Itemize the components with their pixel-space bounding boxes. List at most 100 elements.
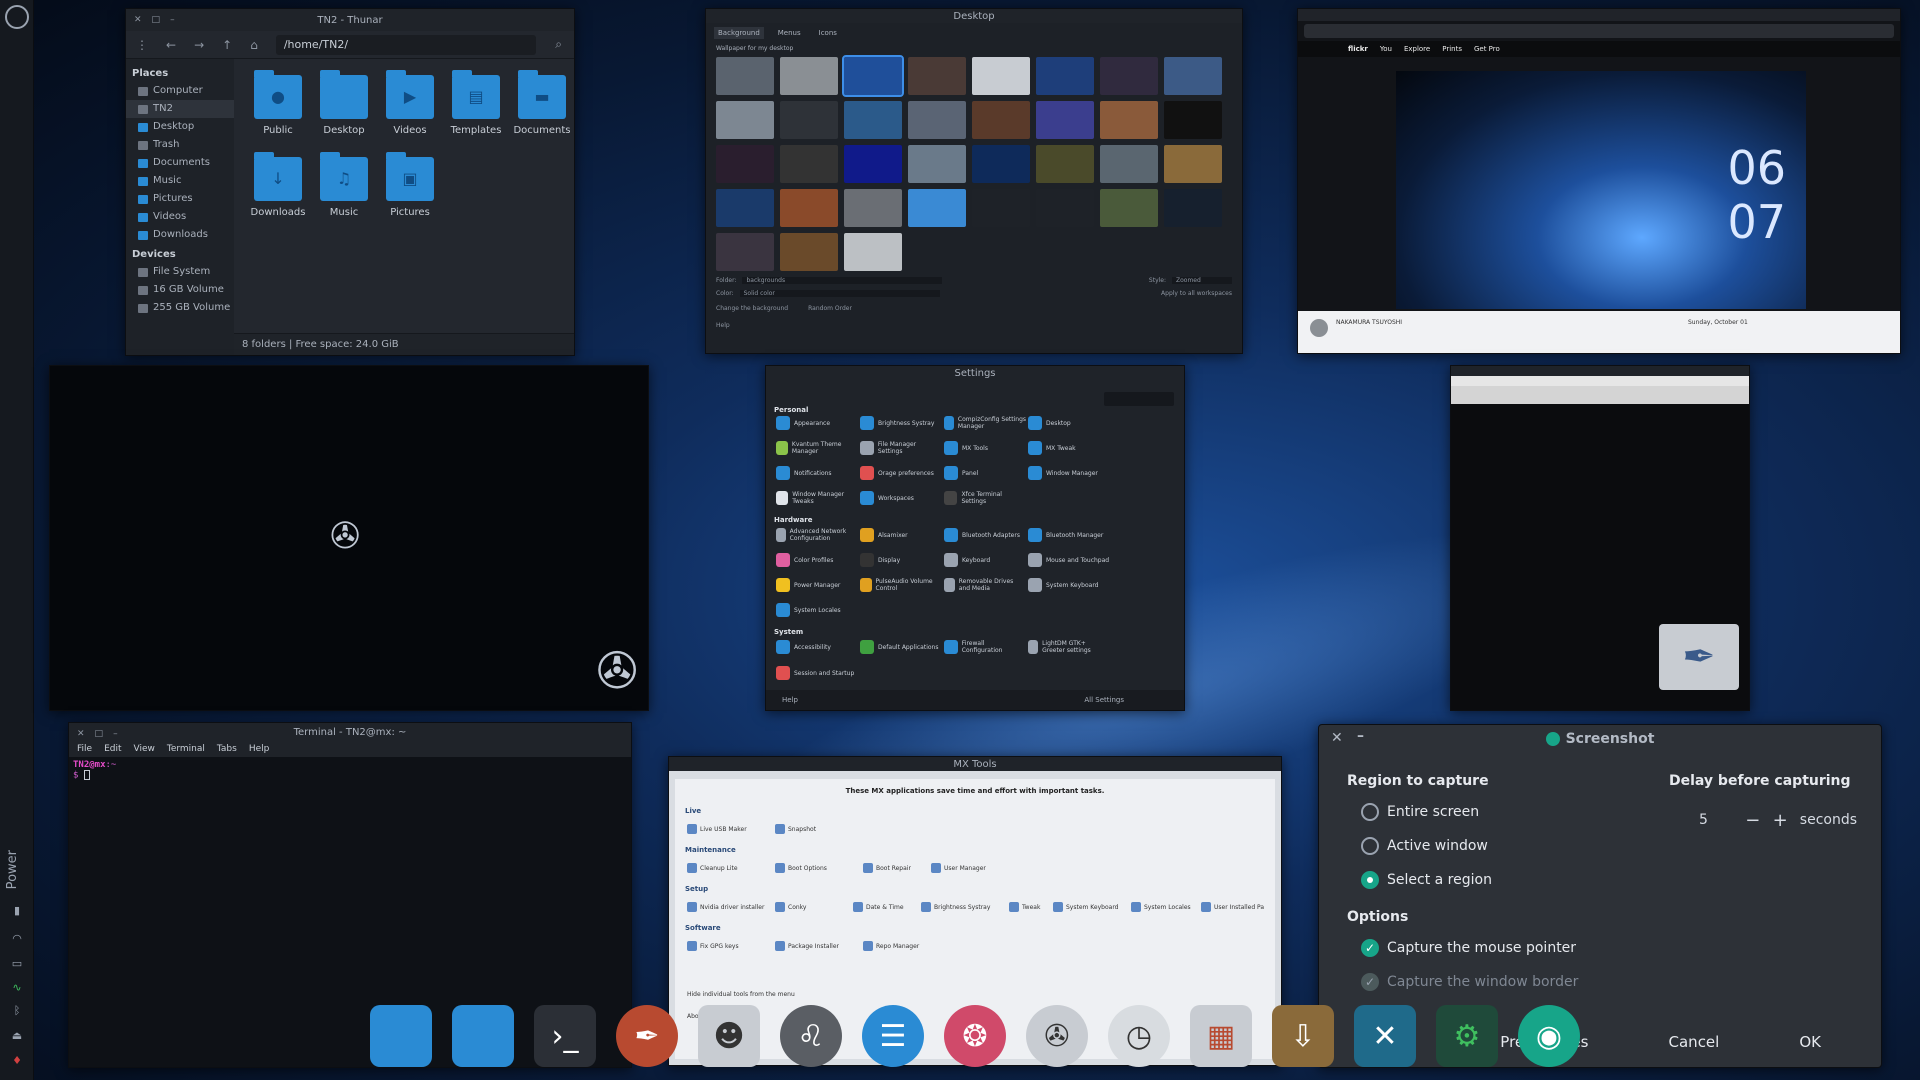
browser-tabstrip[interactable] — [1298, 9, 1900, 21]
settings-item[interactable]: Firewall Configuration — [944, 640, 1026, 654]
wallpaper-thumb[interactable] — [908, 101, 966, 139]
close-icon[interactable]: ✕ — [77, 729, 85, 739]
flickr-photo[interactable]: 06 07 — [1396, 71, 1806, 309]
sidebar-item-documents[interactable]: Documents — [126, 154, 234, 172]
nav-you[interactable]: You — [1380, 45, 1392, 53]
nav-prints[interactable]: Prints — [1442, 45, 1462, 53]
all-settings-button[interactable]: All Settings — [1084, 696, 1124, 704]
style-select[interactable]: Zoomed — [1172, 277, 1232, 284]
settings-item[interactable]: Workspaces — [860, 491, 942, 505]
tool-item[interactable]: System Keyboard — [1053, 902, 1119, 912]
lion-dock-icon[interactable]: ♌ — [780, 1005, 842, 1067]
capture-border-checkbox[interactable]: ✓ Capture the window border — [1361, 973, 1578, 991]
settings-item[interactable]: Panel — [944, 466, 1026, 480]
screenshot-titlebar[interactable]: ✕ – Screenshot — [1319, 725, 1881, 753]
settings-item[interactable]: Notifications — [776, 466, 858, 480]
delay-value[interactable]: 5 — [1687, 812, 1739, 828]
mxtools-titlebar[interactable]: MX Tools — [669, 757, 1281, 771]
settings-item[interactable]: Power Manager — [776, 578, 858, 592]
wallpaper-thumb[interactable] — [844, 145, 902, 183]
folder-downloads[interactable]: ↓ Downloads — [248, 152, 308, 218]
monitor-icon[interactable]: ∿ — [9, 982, 25, 994]
settings-manager-window[interactable]: Settings Personal Appearance Brightness … — [765, 365, 1185, 711]
flickr-logo[interactable]: flickr — [1348, 45, 1368, 53]
terminal-prompt[interactable]: TN2@mx:~ $ — [69, 757, 631, 781]
tool-item[interactable]: User Manager — [931, 863, 986, 873]
color-select[interactable]: Solid color — [739, 290, 940, 297]
mixer-dock-icon[interactable]: ☰ — [862, 1005, 924, 1067]
wallpaper-thumb[interactable] — [1164, 189, 1222, 227]
wallpaper-thumb[interactable] — [972, 101, 1030, 139]
wallpaper-thumb[interactable] — [1100, 145, 1158, 183]
wallpaper-thumb[interactable] — [908, 57, 966, 95]
wallpaper-thumb[interactable] — [1036, 189, 1094, 227]
desktop-titlebar[interactable]: Desktop — [706, 9, 1242, 23]
settings-item[interactable]: Xfce Terminal Settings — [944, 491, 1026, 505]
battery-icon[interactable]: ▮ — [9, 905, 25, 917]
editor-menubar[interactable] — [1451, 376, 1749, 386]
wallpaper-thumb[interactable] — [908, 189, 966, 227]
wallpaper-thumb[interactable] — [1036, 57, 1094, 95]
nav-getpro[interactable]: Get Pro — [1474, 45, 1500, 53]
mx-logo-icon[interactable] — [5, 5, 29, 29]
sidebar-item-filesystem[interactable]: File System — [126, 263, 234, 281]
penguin-dock-icon[interactable]: ☻ — [698, 1005, 760, 1067]
wallpaper-thumb[interactable] — [1100, 101, 1158, 139]
wallpaper-thumb[interactable] — [1164, 145, 1222, 183]
sidebar-item-desktop[interactable]: Desktop — [126, 118, 234, 136]
folder-public[interactable]: ● Public — [248, 70, 308, 136]
tab-icons[interactable]: Icons — [815, 27, 841, 39]
settings-item[interactable]: System Locales — [776, 603, 858, 617]
folder-desktop[interactable]: Desktop — [314, 70, 374, 136]
menu-view[interactable]: View — [134, 744, 155, 754]
terminal-dock-icon[interactable]: ›_ — [534, 1005, 596, 1067]
settings-item[interactable]: Desktop — [1028, 416, 1110, 430]
sidebar-item-videos[interactable]: Videos — [126, 208, 234, 226]
keyboard-icon[interactable]: ▭ — [9, 958, 25, 970]
wallpaper-thumb[interactable] — [1164, 101, 1222, 139]
random-order-checkbox[interactable]: Random Order — [808, 305, 852, 312]
radio-active-window[interactable]: Active window — [1361, 837, 1488, 855]
menu-tabs[interactable]: Tabs — [217, 744, 237, 754]
wallpaper-thumb[interactable] — [780, 145, 838, 183]
tool-item[interactable]: Tweak — [1009, 902, 1040, 912]
settings-item[interactable]: Advanced Network Configuration — [776, 528, 858, 542]
wallpaper-thumb[interactable] — [1100, 189, 1158, 227]
path-bar[interactable]: /home/TN2/ — [275, 34, 536, 55]
desktop-settings-window[interactable]: Desktop Background Menus Icons Wallpaper… — [705, 8, 1243, 354]
wallpaper-thumb[interactable] — [716, 145, 774, 183]
wallpaper-thumb[interactable] — [844, 189, 902, 227]
wallpaper-thumb[interactable] — [1164, 57, 1222, 95]
wallpaper-thumb[interactable] — [972, 145, 1030, 183]
wallpaper-thumb[interactable] — [1036, 145, 1094, 183]
settings-item[interactable]: System Keyboard — [1028, 578, 1110, 592]
network-icon[interactable]: ◠ — [9, 933, 25, 945]
settings-item[interactable]: CompizConfig Settings Manager — [944, 416, 1026, 430]
settings-item[interactable]: Window Manager Tweaks — [776, 491, 858, 505]
tool-item[interactable]: Repo Manager — [863, 941, 919, 951]
avatar[interactable] — [1310, 319, 1328, 337]
up-icon[interactable]: ↑ — [222, 38, 232, 52]
tab-menus[interactable]: Menus — [774, 27, 805, 39]
folder-dock-icon[interactable] — [452, 1005, 514, 1067]
folder-pictures[interactable]: ▣ Pictures — [380, 152, 440, 218]
wallpaper-thumb[interactable] — [780, 101, 838, 139]
settings-item[interactable]: Session and Startup — [776, 666, 858, 680]
quill-dock-icon[interactable]: ✒ — [616, 1005, 678, 1067]
settings-item[interactable]: Bluetooth Manager — [1028, 528, 1110, 542]
clock-dock-icon[interactable]: ◷ — [1108, 1005, 1170, 1067]
calendar-dock-icon[interactable]: ▦ — [1190, 1005, 1252, 1067]
apply-all-checkbox[interactable]: Apply to all workspaces — [1161, 290, 1232, 297]
tool-item[interactable]: Boot Repair — [863, 863, 911, 873]
eject-icon[interactable]: ⏏ — [9, 1030, 25, 1042]
tool-item[interactable]: Fix GPG keys — [687, 941, 739, 951]
wallpaper-thumb[interactable] — [716, 189, 774, 227]
folder-documents[interactable]: ▬ Documents — [512, 70, 572, 136]
terminal-titlebar[interactable]: ✕ □ – Terminal - TN2@mx: ~ — [69, 723, 631, 741]
tool-item[interactable]: Package Installer — [775, 941, 839, 951]
settings-item[interactable]: Accessibility — [776, 640, 858, 654]
wallpaper-thumb[interactable] — [716, 57, 774, 95]
plus-icon[interactable]: + — [1766, 810, 1793, 831]
settings-item[interactable]: Mouse and Touchpad — [1028, 553, 1110, 567]
black-window[interactable]: ✇ ✇ — [49, 365, 649, 711]
